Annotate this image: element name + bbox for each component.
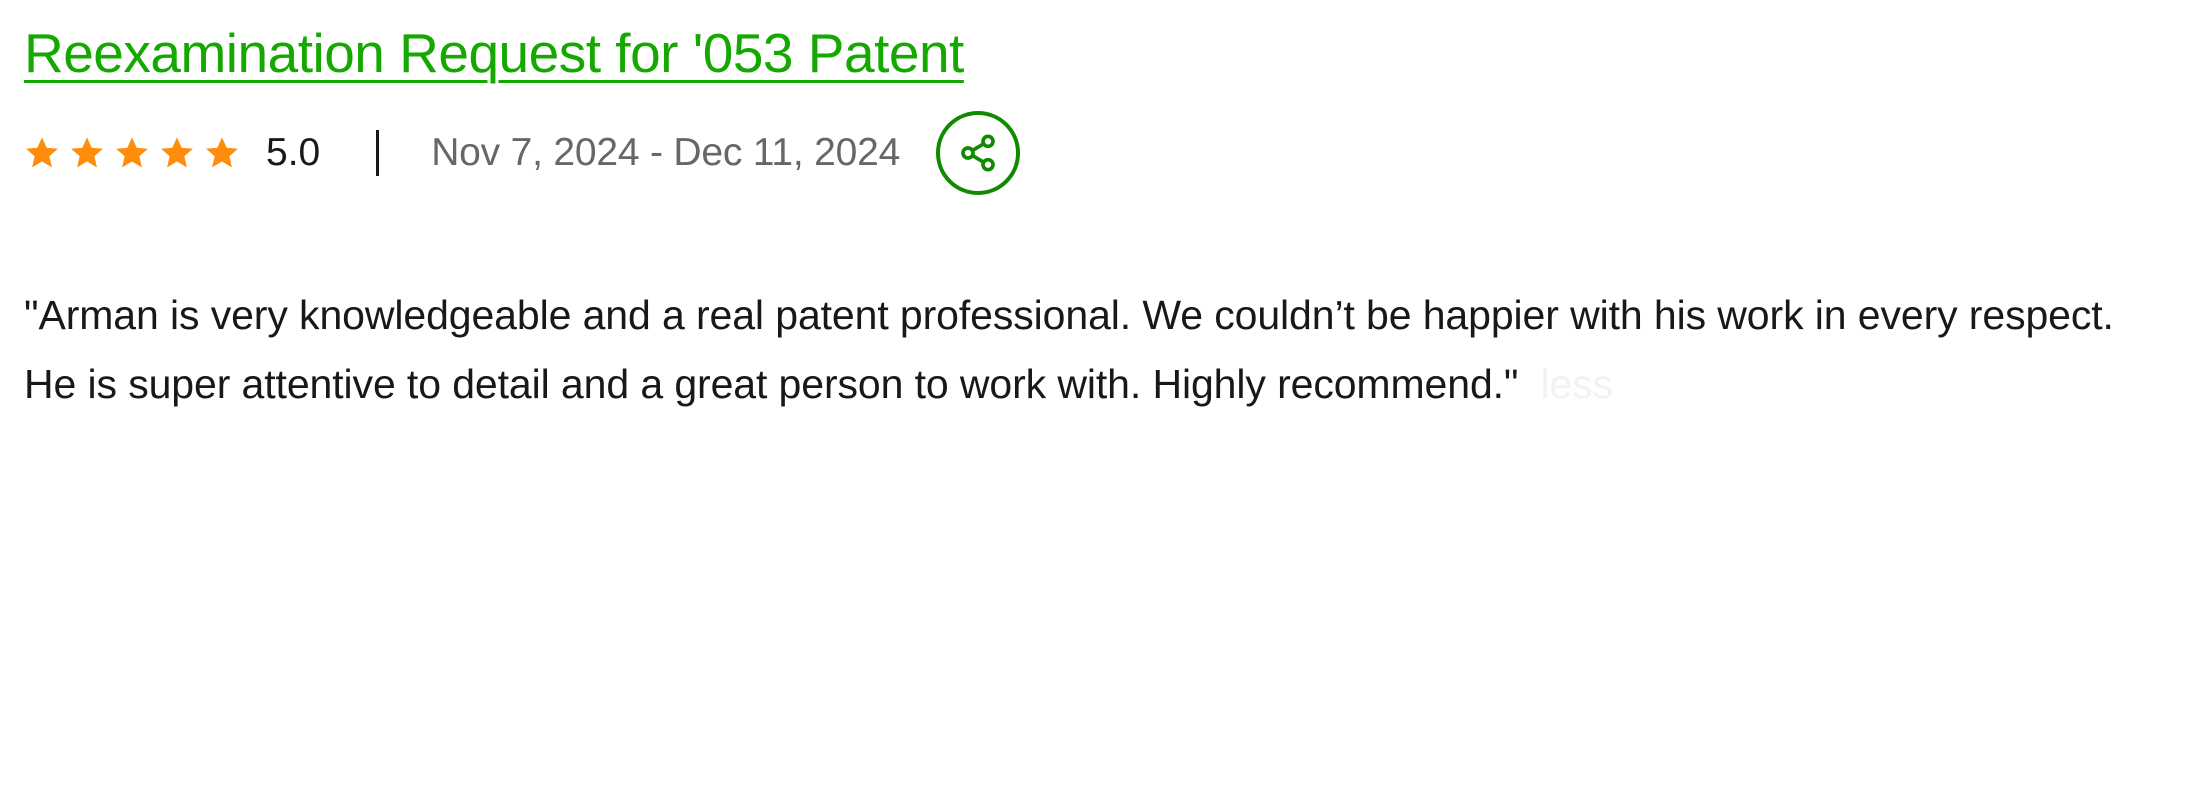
review-title-link[interactable]: Reexamination Request for '053 Patent (24, 18, 964, 88)
review-quote: "Arman is very knowledgeable and a real … (24, 292, 2114, 407)
review-card: Reexamination Request for '053 Patent 5.… (0, 0, 2192, 798)
star-icon (116, 137, 148, 168)
rating-value: 5.0 (266, 131, 321, 174)
share-icon (961, 134, 995, 172)
contract-date-range: Nov 7, 2024 - Dec 11, 2024 (431, 131, 901, 174)
star-icon (26, 137, 58, 168)
star-icon (71, 137, 103, 168)
review-meta-row: 5.0 Nov 7, 2024 - Dec 11, 2024 (24, 108, 1021, 198)
star-icon (161, 137, 193, 168)
less-link[interactable]: less (1540, 361, 1613, 407)
meta-divider (376, 130, 380, 176)
review-text: "Arman is very knowledgeable and a real … (24, 281, 2174, 419)
share-button[interactable] (936, 111, 1021, 195)
star-rating (24, 135, 240, 171)
star-icon (206, 137, 238, 168)
